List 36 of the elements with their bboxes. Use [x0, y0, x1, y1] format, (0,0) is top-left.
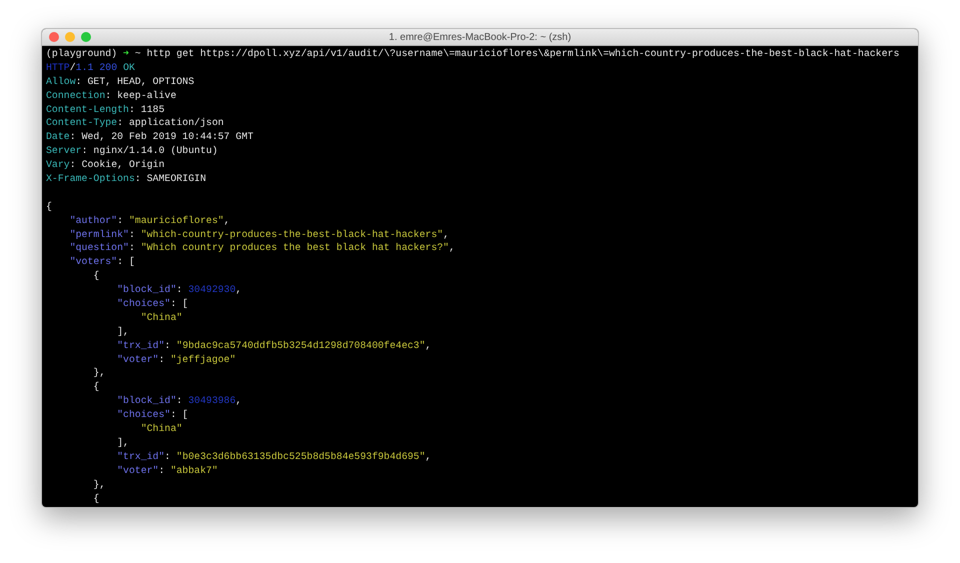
terminal-line: "voter": "jeffjagoe"	[116, 352, 237, 366]
terminal-line: Date: Wed, 20 Feb 2019 10:44:57 GMT	[46, 130, 254, 144]
terminal-line: Server: nginx/1.14.0 (Ubuntu)	[46, 144, 219, 158]
minimize-icon[interactable]	[65, 32, 75, 42]
terminal-line: (playground) ➜ ~ http get https://dpoll.xyz/api/v1/audit/\?username\=mauricioflores\&permlink\=which-country-produces-the-best-black-hat-hackers	[46, 47, 900, 61]
terminal-line: {	[46, 200, 53, 214]
close-icon[interactable]	[49, 32, 59, 42]
terminal-line: ],	[116, 324, 130, 339]
terminal-line: "question": "Which country produces the best black hat hackers?",	[68, 241, 456, 256]
terminal-line: "trx_id": "9bdac9ca5740ddfb5b3254d1298d708400fe4ec3",	[116, 338, 432, 353]
maximize-icon[interactable]	[81, 32, 91, 42]
terminal-line: Vary: Cookie, Origin	[46, 158, 166, 172]
terminal-line: },	[92, 366, 106, 380]
terminal-line: "trx_id": "b0e3c3d6bb63135dbc525b8d5b84e593f9b4d695",	[116, 450, 432, 464]
terminal-line: ],	[116, 436, 130, 450]
terminal-line: Content-Type: application/json	[46, 116, 225, 130]
terminal-line: "block_id": 30492930,	[116, 283, 243, 298]
terminal-line: "China"	[140, 422, 184, 436]
terminal-line: "voters": [	[68, 255, 136, 270]
terminal-line: "permlink": "which-country-produces-the-best-black-hat-hackers",	[68, 228, 450, 242]
terminal-line: },	[92, 478, 106, 492]
terminal-line: {	[92, 492, 100, 506]
terminal-line: Content-Length: 1185	[46, 102, 166, 116]
terminal-line: {	[92, 269, 100, 284]
terminal-line: Allow: GET, HEAD, OPTIONS	[46, 74, 196, 89]
terminal-line: "choices": [	[116, 408, 190, 422]
window-title: 1. emre@Emres-MacBook-Pro-2: ~ (zsh)	[388, 31, 572, 45]
terminal-line: X-Frame-Options: SAMEORIGIN	[46, 172, 208, 186]
terminal-line: "author": "mauricioflores",	[68, 214, 231, 228]
terminal-line: HTTP/1.1 200 OK	[46, 60, 136, 75]
terminal-line: {	[92, 380, 100, 394]
terminal-line: Connection: keep-alive	[46, 88, 178, 103]
terminal-line: "China"	[140, 310, 184, 325]
terminal-line: "voter": "abbak7"	[116, 464, 219, 478]
terminal-line: "choices": [	[116, 297, 190, 311]
terminal-line: "block_id": 30493986,	[116, 394, 243, 408]
